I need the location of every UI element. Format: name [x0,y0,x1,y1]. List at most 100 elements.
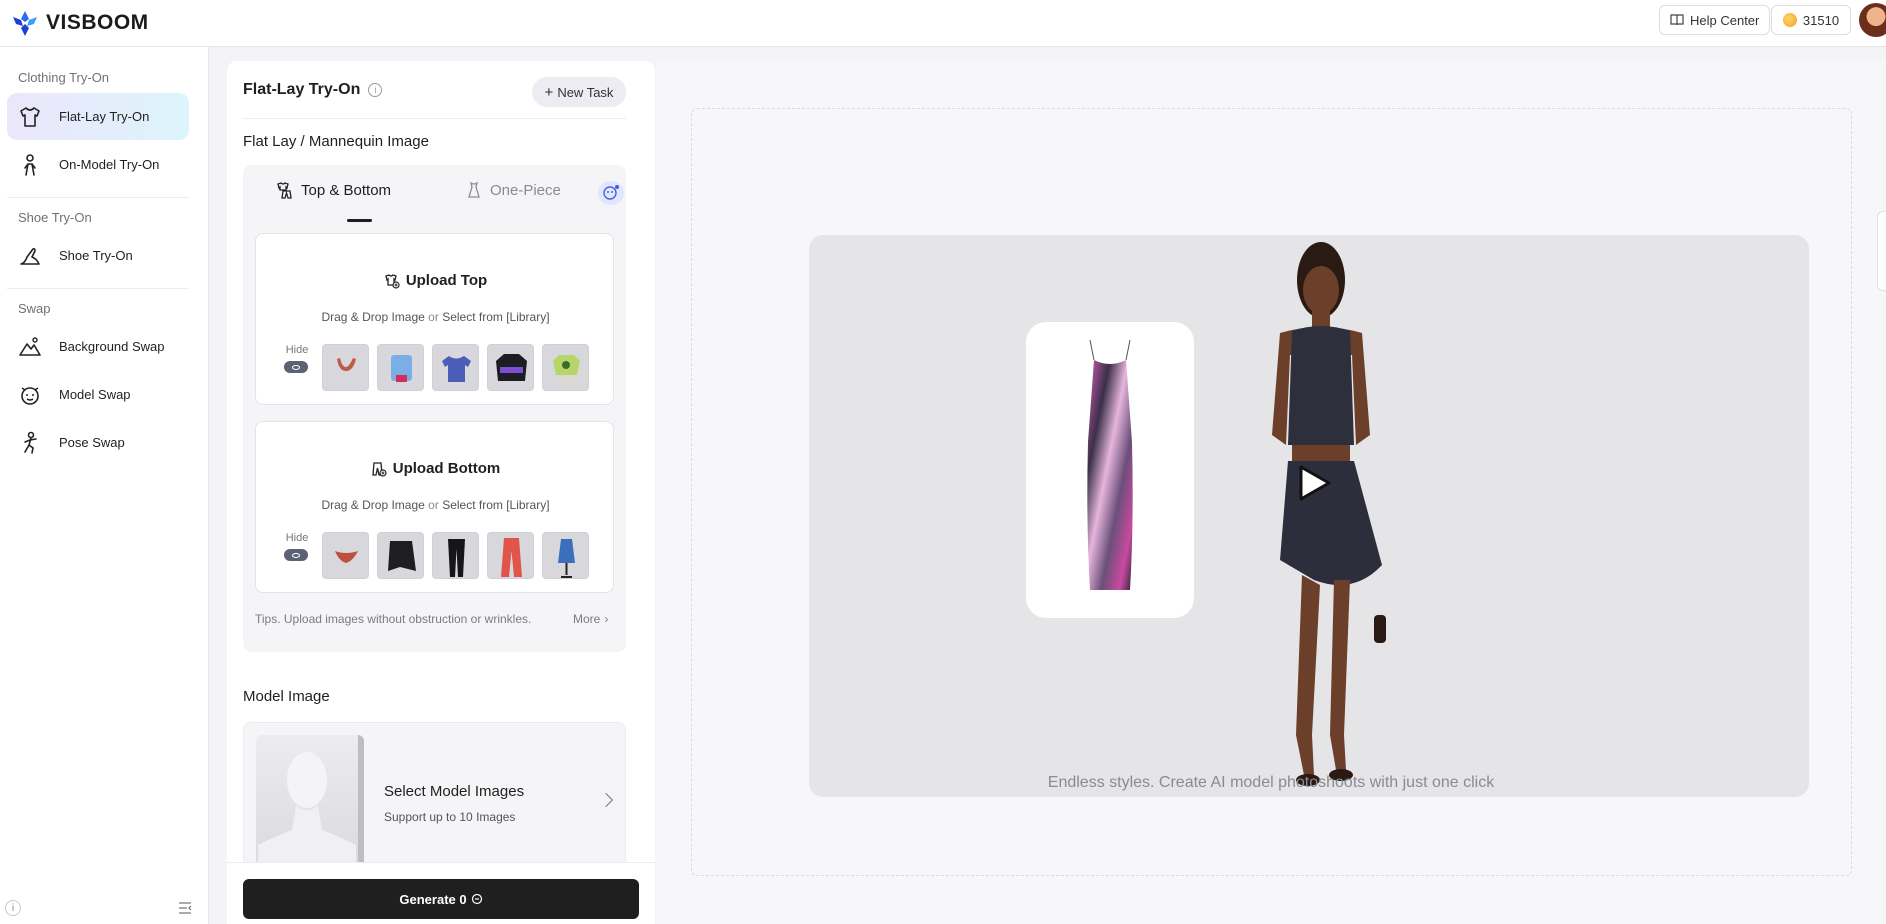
sample-bottom-thumbnail[interactable] [377,532,424,579]
garment-example-card [1026,322,1194,618]
upload-top-icon [385,273,400,289]
preview-area: Endless styles. Create AI model photosho… [656,61,1886,924]
demo-showcase [809,235,1809,797]
credits-count: 31510 [1802,12,1840,28]
section-title-shoe: Shoe Try-On [18,210,92,225]
or-text: or [428,498,439,512]
tshirt-icon [20,106,40,127]
help-center-label: Help Center [1690,12,1760,28]
config-panel: Flat-Lay Try-On i + New Task Flat Lay / … [227,61,655,924]
face-icon [21,386,39,405]
upload-tips: Tips. Upload images without obstruction … [255,612,532,626]
info-icon[interactable]: i [5,900,21,916]
upload-bottom-heading: Upload Bottom [256,460,615,477]
panel-title-text: Flat-Lay Try-On [243,81,361,98]
play-icon[interactable] [1291,461,1335,505]
drag-drop-link[interactable]: Drag & Drop Image [321,498,424,512]
upload-top-title: Upload Top [405,272,488,289]
more-tips-link[interactable]: More › [573,612,608,626]
user-avatar[interactable] [1859,3,1886,37]
select-model-subtitle: Support up to 10 Images [384,810,516,824]
upload-bottom-title: Upload Bottom [392,460,501,477]
model-icon [24,153,36,176]
sample-bottoms [322,532,589,579]
sample-top-thumbnail[interactable] [487,344,534,391]
generate-bar: Generate 0 [227,862,655,924]
new-task-button[interactable]: + New Task [532,77,626,107]
drag-drop-link[interactable]: Drag & Drop Image [321,310,424,324]
section-title-clothing: Clothing Try-On [18,70,110,85]
chevron-right-icon: › [604,612,609,626]
eye-icon [284,361,308,373]
sidebar-item-label: Pose Swap [59,435,125,450]
sidebar: Clothing Try-On Flat-Lay Try-On On-Model… [0,47,209,924]
sidebar-item-flat-lay-try-on[interactable]: Flat-Lay Try-On [7,93,189,140]
chevron-right-icon [598,792,614,808]
side-drawer-handle[interactable] [1877,211,1886,291]
sample-top-thumbnail[interactable] [432,344,479,391]
hide-label: Hide [285,344,309,356]
sidebar-item-label: Background Swap [59,339,165,354]
select-library-link[interactable]: Select from [Library] [442,498,549,512]
sidebar-divider [7,288,189,289]
upload-bottom-card[interactable]: Upload Bottom Drag & Drop Image or Selec… [255,421,614,593]
section-title-swap: Swap [18,301,51,316]
generate-label: Generate 0 [399,891,467,907]
tab-one-piece[interactable]: One-Piece [466,181,561,199]
info-icon[interactable]: i [368,83,383,97]
sidebar-divider [7,197,189,198]
sample-bottom-thumbnail[interactable] [432,532,479,579]
panel-divider [243,118,626,119]
or-text: or [428,310,439,324]
model-photo [1272,242,1386,786]
sidebar-item-model-swap[interactable]: Model Swap [7,371,189,418]
pose-icon [24,431,37,454]
select-model-title: Select Model Images [384,783,525,800]
panel-title: Flat-Lay Try-On i [243,81,383,99]
ai-assistant-icon[interactable] [598,181,624,205]
select-model-card[interactable]: Select Model Images Support up to 10 Ima… [243,722,626,872]
credit-icon [471,893,482,905]
sidebar-item-label: On-Model Try-On [59,157,160,172]
preview-frame [691,108,1852,876]
coin-icon [1782,13,1797,27]
top-bar: VISBOOM Help Center 31510 [0,0,1886,47]
sample-top-thumbnail[interactable] [542,344,589,391]
tab-label: Top & Bottom [301,181,392,199]
flatlay-section-title: Flat Lay / Mannequin Image [243,133,429,152]
credits-button[interactable]: 31510 [1771,5,1851,35]
sidebar-item-label: Model Swap [59,387,131,402]
book-icon [1670,14,1684,26]
generate-button[interactable]: Generate 0 [243,879,639,919]
brand-logo[interactable]: VISBOOM [10,8,149,38]
upload-top-heading: Upload Top [256,272,615,289]
select-library-link[interactable]: Select from [Library] [442,310,549,324]
tab-top-bottom[interactable]: Top & Bottom [275,181,391,199]
collapse-sidebar-icon[interactable] [178,902,192,914]
upload-top-card[interactable]: Upload Top Drag & Drop Image or Select f… [255,233,614,405]
hide-samples-toggle[interactable]: Hide [284,532,310,561]
sidebar-item-shoe-try-on[interactable]: Shoe Try-On [7,232,189,279]
sample-bottom-thumbnail[interactable] [322,532,369,579]
garment-tabs: Top & Bottom One-Piece [243,165,626,222]
sidebar-item-label: Flat-Lay Try-On [59,109,150,124]
sidebar-item-pose-swap[interactable]: Pose Swap [7,419,189,466]
new-task-label: New Task [557,84,614,100]
mannequin-image [256,735,364,871]
sidebar-item-label: Shoe Try-On [59,248,133,263]
sample-bottom-thumbnail[interactable] [487,532,534,579]
shoe-icon [20,247,40,265]
visboom-logo-icon [13,11,37,36]
sidebar-item-on-model-try-on[interactable]: On-Model Try-On [7,141,189,188]
mountain-icon [19,336,41,356]
help-center-button[interactable]: Help Center [1659,5,1771,35]
hide-samples-toggle[interactable]: Hide [284,344,310,373]
sample-bottom-thumbnail[interactable] [542,532,589,579]
upload-bottom-instructions: Drag & Drop Image or Select from [Librar… [256,498,615,512]
sidebar-item-background-swap[interactable]: Background Swap [7,323,189,370]
sample-top-thumbnail[interactable] [377,344,424,391]
tab-label: One-Piece [490,181,561,199]
upload-top-instructions: Drag & Drop Image or Select from [Librar… [256,310,615,324]
hide-label: Hide [285,532,309,544]
sample-top-thumbnail[interactable] [322,344,369,391]
